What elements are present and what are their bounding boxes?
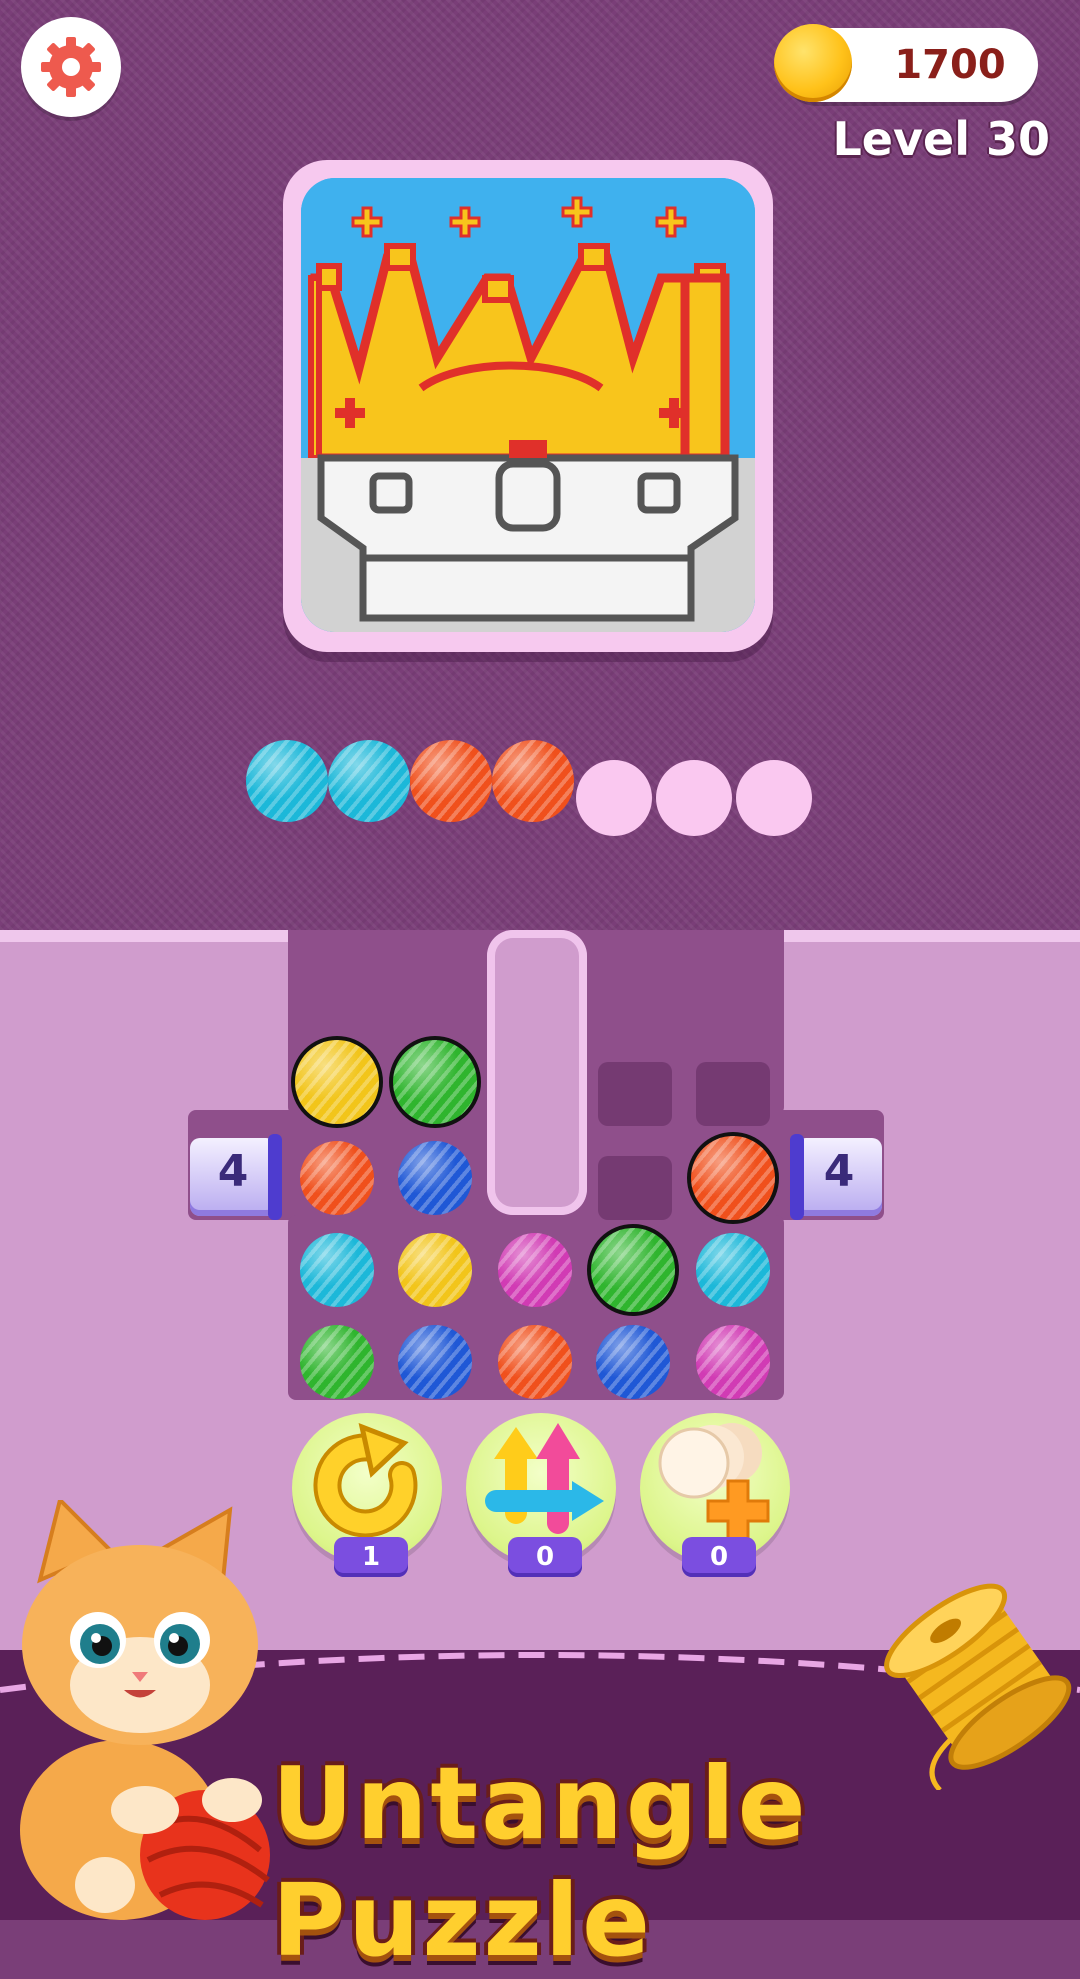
yarn-ball-green[interactable] <box>300 1325 374 1399</box>
right-tube-cap <box>790 1134 804 1220</box>
right-tube[interactable]: 4 <box>796 1138 882 1216</box>
target-picture-frame <box>283 160 773 652</box>
coin-count: 1700 <box>894 42 1006 88</box>
add-slot-count-badge: 0 <box>682 1537 756 1577</box>
yarn-ball-cyan[interactable] <box>696 1233 770 1307</box>
empty-slot <box>656 760 732 836</box>
collected-yarn-ball <box>328 740 410 822</box>
settings-button[interactable] <box>21 17 121 117</box>
coin-counter[interactable]: 1700 <box>774 24 1038 102</box>
collected-yarn-ball <box>410 740 492 822</box>
undo-count-badge: 1 <box>334 1537 408 1577</box>
collected-yarn-ball <box>492 740 574 822</box>
yarn-ball-cyan[interactable] <box>300 1233 374 1307</box>
empty-cell <box>696 1062 770 1126</box>
empty-slot <box>736 760 812 836</box>
coin-icon <box>774 24 852 102</box>
yarn-ball-blue[interactable] <box>398 1325 472 1399</box>
yarn-ball-green[interactable] <box>591 1228 675 1312</box>
level-label: Level 30 <box>832 112 1051 166</box>
yarn-ball-green[interactable] <box>393 1040 477 1124</box>
yarn-ball-yellow[interactable] <box>398 1233 472 1307</box>
yarn-ball-blue[interactable] <box>596 1325 670 1399</box>
yarn-ball-orange[interactable] <box>691 1136 775 1220</box>
shuffle-count-badge: 0 <box>508 1537 582 1577</box>
game-title: Untangle Puzzle <box>272 1745 809 1979</box>
crown-picture <box>301 178 755 632</box>
yarn-ball-orange[interactable] <box>300 1141 374 1215</box>
yarn-ball-magenta[interactable] <box>696 1325 770 1399</box>
collected-yarn-row <box>246 740 836 840</box>
empty-slot <box>576 760 652 836</box>
collected-yarn-ball <box>246 740 328 822</box>
yarn-ball-orange[interactable] <box>498 1325 572 1399</box>
crown-image <box>301 178 755 632</box>
left-tube[interactable]: 4 <box>190 1138 276 1216</box>
empty-cell <box>598 1062 672 1126</box>
left-tube-cap <box>268 1134 282 1220</box>
right-tube-count: 4 <box>823 1146 855 1197</box>
cat-mascot <box>20 1500 270 1920</box>
yarn-ball-magenta[interactable] <box>498 1233 572 1307</box>
yarn-ball-blue[interactable] <box>398 1141 472 1215</box>
yarn-ball-yellow[interactable] <box>295 1040 379 1124</box>
gear-icon <box>41 37 101 97</box>
left-tube-count: 4 <box>217 1146 249 1197</box>
center-divider <box>487 930 587 1215</box>
empty-cell <box>598 1156 672 1220</box>
